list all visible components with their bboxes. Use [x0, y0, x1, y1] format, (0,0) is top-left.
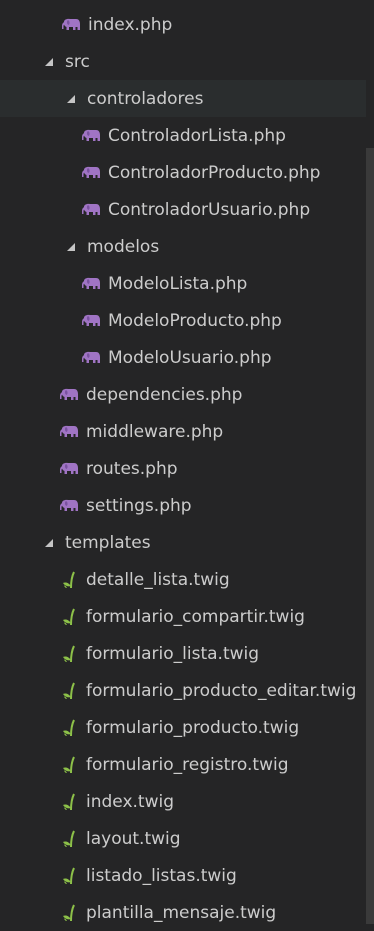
php-elephant-icon [58, 425, 80, 439]
php-elephant-icon [80, 277, 102, 291]
file-label: index.twig [86, 791, 174, 812]
chevron-expanded-icon[interactable] [41, 57, 57, 67]
folder-label: controladores [87, 88, 204, 109]
file-row-settings-php[interactable]: settings.php [0, 487, 366, 524]
twig-icon [58, 571, 80, 589]
folder-row-controladores[interactable]: controladores [0, 80, 366, 117]
php-elephant-icon [58, 499, 80, 513]
file-row-modelolista-php[interactable]: ModeloLista.php [0, 265, 366, 302]
file-row-controladorlista-php[interactable]: ControladorLista.php [0, 117, 366, 154]
file-row-modelousuario-php[interactable]: ModeloUsuario.php [0, 339, 366, 376]
file-row-middleware-php[interactable]: middleware.php [0, 413, 366, 450]
folder-label: modelos [87, 236, 160, 257]
file-label: formulario_producto_editar.twig [86, 680, 357, 701]
file-label: index.php [88, 14, 173, 35]
file-label: ModeloProducto.php [108, 310, 282, 331]
vertical-scrollbar[interactable] [366, 148, 374, 924]
file-label: ControladorProducto.php [108, 162, 321, 183]
file-row-formulario-compartir-twig[interactable]: formulario_compartir.twig [0, 598, 366, 635]
file-label: formulario_registro.twig [86, 754, 289, 775]
folder-row-modelos[interactable]: modelos [0, 228, 366, 265]
file-label: plantilla_mensaje.twig [86, 902, 277, 923]
file-row-dependencies-php[interactable]: dependencies.php [0, 376, 366, 413]
file-row-index-twig[interactable]: index.twig [0, 783, 366, 820]
file-row-formulario-lista-twig[interactable]: formulario_lista.twig [0, 635, 366, 672]
file-label: middleware.php [86, 421, 224, 442]
file-row-detalle-lista-twig[interactable]: detalle_lista.twig [0, 561, 366, 598]
file-label: ModeloUsuario.php [108, 347, 272, 368]
file-label: layout.twig [86, 828, 181, 849]
file-row-formulario-registro-twig[interactable]: formulario_registro.twig [0, 746, 366, 783]
twig-icon [58, 793, 80, 811]
folder-label: templates [65, 532, 151, 553]
file-label: settings.php [86, 495, 192, 516]
file-row-listado-listas-twig[interactable]: listado_listas.twig [0, 857, 366, 894]
twig-icon [58, 719, 80, 737]
file-label: formulario_lista.twig [86, 643, 260, 664]
chevron-expanded-icon[interactable] [41, 538, 57, 548]
file-label: ControladorUsuario.php [108, 199, 311, 220]
file-label: ControladorLista.php [108, 125, 286, 146]
file-row-modeloproducto-php[interactable]: ModeloProducto.php [0, 302, 366, 339]
twig-icon [58, 645, 80, 663]
php-elephant-icon [60, 18, 82, 32]
php-elephant-icon [58, 462, 80, 476]
file-label: detalle_lista.twig [86, 569, 230, 590]
file-label: ModeloLista.php [108, 273, 248, 294]
folder-row-src[interactable]: src [0, 43, 366, 80]
file-label: formulario_compartir.twig [86, 606, 305, 627]
php-elephant-icon [80, 203, 102, 217]
file-row-controladorusuario-php[interactable]: ControladorUsuario.php [0, 191, 366, 228]
chevron-expanded-icon[interactable] [63, 242, 79, 252]
chevron-expanded-icon[interactable] [63, 94, 79, 104]
php-elephant-icon [80, 129, 102, 143]
php-elephant-icon [80, 314, 102, 328]
php-elephant-icon [58, 388, 80, 402]
twig-icon [58, 682, 80, 700]
file-row-index-php[interactable]: index.php [0, 6, 366, 43]
file-row-formulario-producto-twig[interactable]: formulario_producto.twig [0, 709, 366, 746]
file-label: listado_listas.twig [86, 865, 237, 886]
file-label: routes.php [86, 458, 178, 479]
twig-icon [58, 904, 80, 922]
folder-row-templates[interactable]: templates [0, 524, 366, 561]
file-label: formulario_producto.twig [86, 717, 300, 738]
folder-label: src [65, 51, 90, 72]
file-row-formulario-producto-editar-twig[interactable]: formulario_producto_editar.twig [0, 672, 366, 709]
twig-icon [58, 867, 80, 885]
file-row-layout-twig[interactable]: layout.twig [0, 820, 366, 857]
twig-icon [58, 608, 80, 626]
file-row-plantilla-mensaje-twig[interactable]: plantilla_mensaje.twig [0, 894, 366, 931]
file-row-controladorproducto-php[interactable]: ControladorProducto.php [0, 154, 366, 191]
php-elephant-icon [80, 166, 102, 180]
file-explorer-tree: index.php src controladores ControladorList… [0, 6, 374, 931]
php-elephant-icon [80, 351, 102, 365]
file-label: dependencies.php [86, 384, 243, 405]
twig-icon [58, 756, 80, 774]
twig-icon [58, 830, 80, 848]
file-row-routes-php[interactable]: routes.php [0, 450, 366, 487]
